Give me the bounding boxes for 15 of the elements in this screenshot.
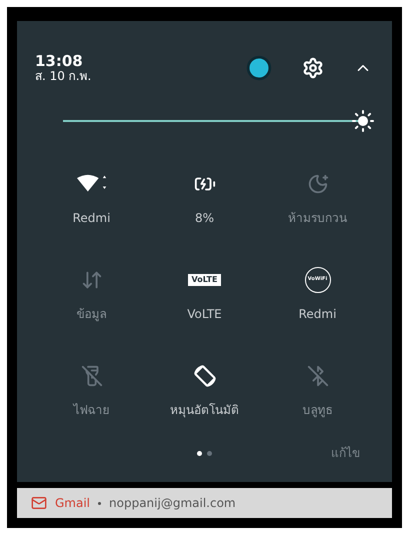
- quick-settings-tile[interactable]: 8%: [148, 151, 261, 247]
- date-text: ส. 10 ก.พ.: [35, 69, 92, 83]
- quick-settings-tile[interactable]: หมุนอัตโนมัติ: [148, 343, 261, 439]
- quick-settings-tile[interactable]: VoLTE VoLTE: [148, 247, 261, 343]
- quick-settings-tile[interactable]: ไฟฉาย: [35, 343, 148, 439]
- quick-settings-tile[interactable]: ห้ามรบกวน: [261, 151, 374, 247]
- app-name: Gmail: [55, 495, 90, 512]
- quick-settings-tile[interactable]: บลูทูธ: [261, 343, 374, 439]
- account-email: noppanij@gmail.com: [109, 495, 236, 512]
- quick-settings-tile[interactable]: ข้อมูล: [35, 247, 148, 343]
- edit-button[interactable]: แก้ไข: [331, 444, 360, 462]
- quick-settings-tile[interactable]: Redmi: [35, 151, 148, 247]
- volte-badge: VoLTE: [188, 274, 222, 286]
- notification-bar[interactable]: Gmail noppanij@gmail.com: [17, 488, 392, 518]
- clock-time: 13:08: [35, 53, 84, 69]
